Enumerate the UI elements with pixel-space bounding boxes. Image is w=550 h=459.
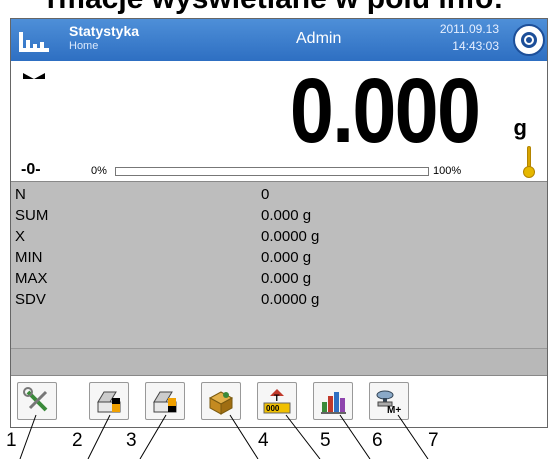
screen-subtitle: Home bbox=[69, 40, 99, 52]
print-header-button[interactable] bbox=[89, 382, 129, 420]
power-icon-dot bbox=[526, 37, 532, 43]
info-row-x: X 0.0000 g bbox=[11, 228, 547, 249]
info-label: SUM bbox=[15, 207, 49, 224]
power-button[interactable] bbox=[513, 24, 545, 56]
info-row-sdv: SDV 0.0000 g bbox=[11, 291, 547, 312]
callout-number: 1 bbox=[6, 430, 17, 451]
info-value: 0.000 g bbox=[261, 207, 312, 224]
weight-unit[interactable]: g bbox=[514, 115, 527, 141]
add-to-memory-icon: M+ bbox=[376, 390, 401, 416]
settings-button[interactable] bbox=[17, 382, 57, 420]
info-value: 0.0000 g bbox=[261, 291, 320, 308]
database-button[interactable] bbox=[201, 382, 241, 420]
balance-screen: Statystyka Home Admin 2011.09.13 14:43:0… bbox=[10, 18, 548, 428]
print-footer-icon bbox=[153, 391, 177, 413]
callout-number: 2 bbox=[72, 430, 83, 451]
info-label: N bbox=[15, 186, 26, 203]
date-display: 2011.09.13 bbox=[439, 22, 499, 36]
callout-number: 6 bbox=[372, 430, 383, 451]
print-footer-button[interactable] bbox=[145, 382, 185, 420]
info-value: 0.000 g bbox=[261, 249, 312, 266]
header-bar: Statystyka Home Admin 2011.09.13 14:43:0… bbox=[11, 19, 547, 61]
database-box-icon bbox=[208, 391, 234, 415]
thermometer-icon bbox=[523, 146, 535, 178]
load-bargraph bbox=[115, 167, 429, 176]
quick-access-toolbar: T 000 M+ bbox=[11, 375, 547, 427]
info-row-sum: SUM 0.000 g bbox=[11, 207, 547, 228]
callout-number: 4 bbox=[258, 430, 269, 451]
settings-tools-icon bbox=[23, 387, 48, 412]
svg-text:T: T bbox=[274, 393, 280, 403]
add-to-memory-button[interactable]: M+ bbox=[369, 382, 409, 420]
screen-title: Statystyka bbox=[69, 23, 140, 39]
info-label: MIN bbox=[15, 249, 43, 266]
zero-indicator: -0- bbox=[21, 161, 41, 178]
callout-number: 3 bbox=[126, 430, 137, 451]
statistics-chart-icon bbox=[321, 392, 346, 414]
info-label: X bbox=[15, 228, 26, 245]
home-statistics-icon[interactable] bbox=[17, 26, 53, 54]
weight-reading: 0.000 bbox=[289, 60, 481, 162]
info-row-min: MIN 0.000 g bbox=[11, 249, 547, 270]
thermometer-stem bbox=[527, 146, 531, 168]
statistics-button[interactable] bbox=[313, 382, 353, 420]
svg-text:000: 000 bbox=[266, 404, 280, 413]
svg-text:M+: M+ bbox=[387, 405, 401, 416]
print-header-icon bbox=[97, 391, 121, 413]
stability-icon bbox=[23, 73, 45, 79]
callout-number: 5 bbox=[320, 430, 331, 451]
info-label: SDV bbox=[15, 291, 46, 308]
time-display: 14:43:03 bbox=[452, 39, 499, 53]
info-value: 0.0000 g bbox=[261, 228, 320, 245]
info-value: 0.000 g bbox=[261, 270, 312, 287]
logged-user[interactable]: Admin bbox=[296, 30, 341, 48]
info-panel: N 0 SUM 0.000 g X 0.0000 g MIN 0.000 g M… bbox=[11, 181, 547, 376]
thermometer-bulb bbox=[523, 166, 535, 178]
bargraph-min-label: 0% bbox=[91, 165, 107, 177]
document-caption: rmacje wyświetlane w polu info: bbox=[0, 0, 550, 14]
callout-number: 7 bbox=[428, 430, 439, 451]
info-label: MAX bbox=[15, 270, 48, 287]
info-row-max: MAX 0.000 g bbox=[11, 270, 547, 291]
info-footer-strip bbox=[11, 348, 547, 376]
info-row-n: N 0 bbox=[11, 186, 547, 207]
weighing-display: 0.000 g -0- 0% 100% bbox=[11, 60, 547, 181]
tare-icon: T 000 bbox=[263, 389, 291, 414]
info-value: 0 bbox=[261, 186, 270, 203]
bargraph-max-label: 100% bbox=[433, 165, 462, 177]
tare-button[interactable]: T 000 bbox=[257, 382, 297, 420]
